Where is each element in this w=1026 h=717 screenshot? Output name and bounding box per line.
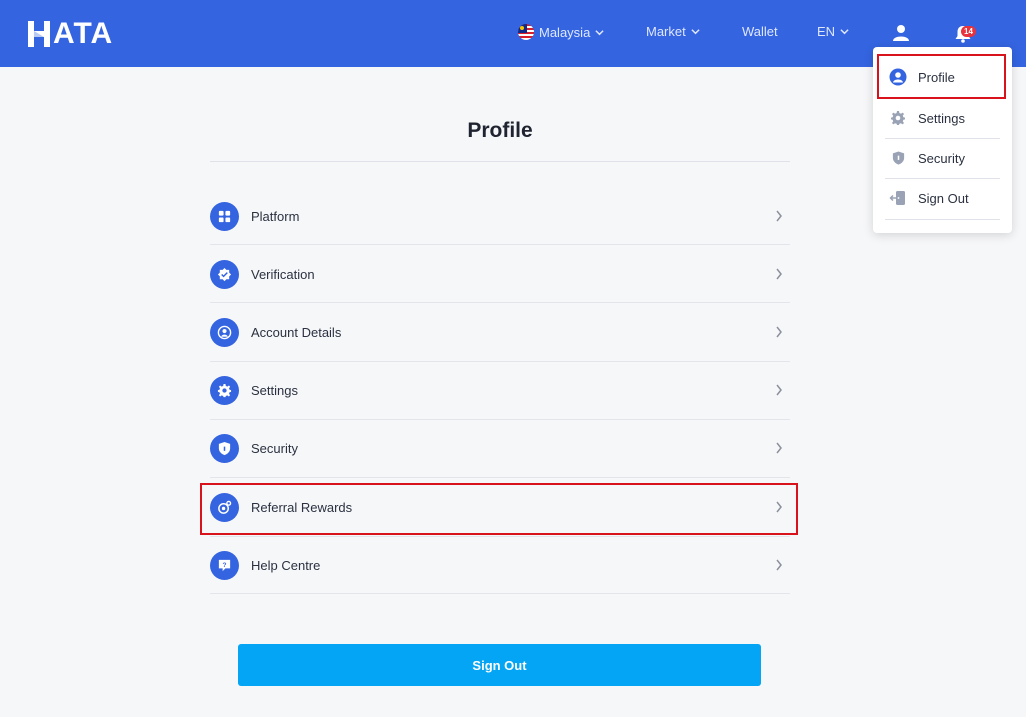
market-menu[interactable]: Market xyxy=(646,24,700,39)
chevron-right-icon xyxy=(776,210,782,222)
menu-item-verification[interactable]: Verification xyxy=(210,245,790,303)
chevron-down-icon xyxy=(691,29,700,35)
dropdown-item-settings[interactable]: Settings xyxy=(885,98,1000,138)
language-selector[interactable]: EN xyxy=(817,24,849,39)
menu-item-label: Referral Rewards xyxy=(251,499,353,515)
dropdown-item-label: Settings xyxy=(918,110,965,126)
sign-out-button[interactable]: Sign Out xyxy=(238,644,761,686)
user-circle-icon xyxy=(889,68,907,86)
gear-icon xyxy=(210,375,239,405)
hata-logo[interactable]: ATA xyxy=(26,17,113,51)
market-label: Market xyxy=(646,24,686,39)
chevron-right-icon xyxy=(776,384,782,396)
menu-item-label: Settings xyxy=(251,382,298,398)
help-icon: ? xyxy=(210,550,239,580)
menu-item-label: Verification xyxy=(251,266,315,282)
country-label: Malaysia xyxy=(539,24,591,40)
chevron-down-icon xyxy=(595,29,604,35)
menu-item-platform[interactable]: Platform xyxy=(210,187,790,245)
gear-icon xyxy=(889,109,907,127)
menu-item-settings[interactable]: Settings xyxy=(210,361,790,419)
dropdown-divider xyxy=(885,219,1000,220)
account-icon xyxy=(210,317,239,347)
dropdown-item-sign-out[interactable]: Sign Out xyxy=(885,178,1000,218)
referral-icon xyxy=(210,492,239,522)
row-divider xyxy=(210,593,790,594)
dropdown-item-label: Sign Out xyxy=(918,190,969,206)
dropdown-item-label: Security xyxy=(918,150,965,166)
title-divider xyxy=(210,161,790,162)
dropdown-item-label: Profile xyxy=(918,69,955,85)
menu-item-label: Platform xyxy=(251,208,300,224)
verified-badge-icon xyxy=(210,259,239,289)
wallet-link[interactable]: Wallet xyxy=(742,24,778,39)
logo-text: ATA xyxy=(53,17,114,50)
menu-item-security[interactable]: Security xyxy=(210,419,790,477)
malaysia-flag-icon xyxy=(518,24,534,40)
wallet-label: Wallet xyxy=(742,24,778,39)
chevron-right-icon xyxy=(776,559,782,571)
logo-h-mark-icon xyxy=(28,21,50,47)
dropdown-item-security[interactable]: Security xyxy=(885,138,1000,178)
chevron-down-icon xyxy=(840,29,849,35)
language-label: EN xyxy=(817,24,836,39)
menu-item-label: Account Details xyxy=(251,324,342,340)
chevron-right-icon xyxy=(776,442,782,454)
menu-item-label: Security xyxy=(251,440,298,456)
user-icon[interactable] xyxy=(892,24,910,42)
dropdown-item-profile[interactable]: Profile xyxy=(885,57,1000,97)
chevron-right-icon xyxy=(776,501,782,513)
page-title: Profile xyxy=(467,119,533,142)
chevron-right-icon xyxy=(776,268,782,280)
menu-item-label: Help Centre xyxy=(251,557,321,573)
menu-item-referral-rewards[interactable]: Referral Rewards xyxy=(210,478,790,536)
notification-badge: 14 xyxy=(961,26,976,37)
menu-item-account-details[interactable]: Account Details xyxy=(210,303,790,361)
shield-icon xyxy=(889,149,907,167)
svg-text:?: ? xyxy=(223,561,227,568)
shield-icon xyxy=(210,433,239,463)
grid-icon xyxy=(210,201,239,231)
chevron-right-icon xyxy=(776,326,782,338)
user-dropdown-menu: Profile Settings Security Sign Out xyxy=(873,47,1012,233)
country-selector[interactable]: Malaysia xyxy=(518,24,604,40)
menu-item-help-centre[interactable]: ? Help Centre xyxy=(210,536,790,594)
sign-out-icon xyxy=(889,189,907,207)
